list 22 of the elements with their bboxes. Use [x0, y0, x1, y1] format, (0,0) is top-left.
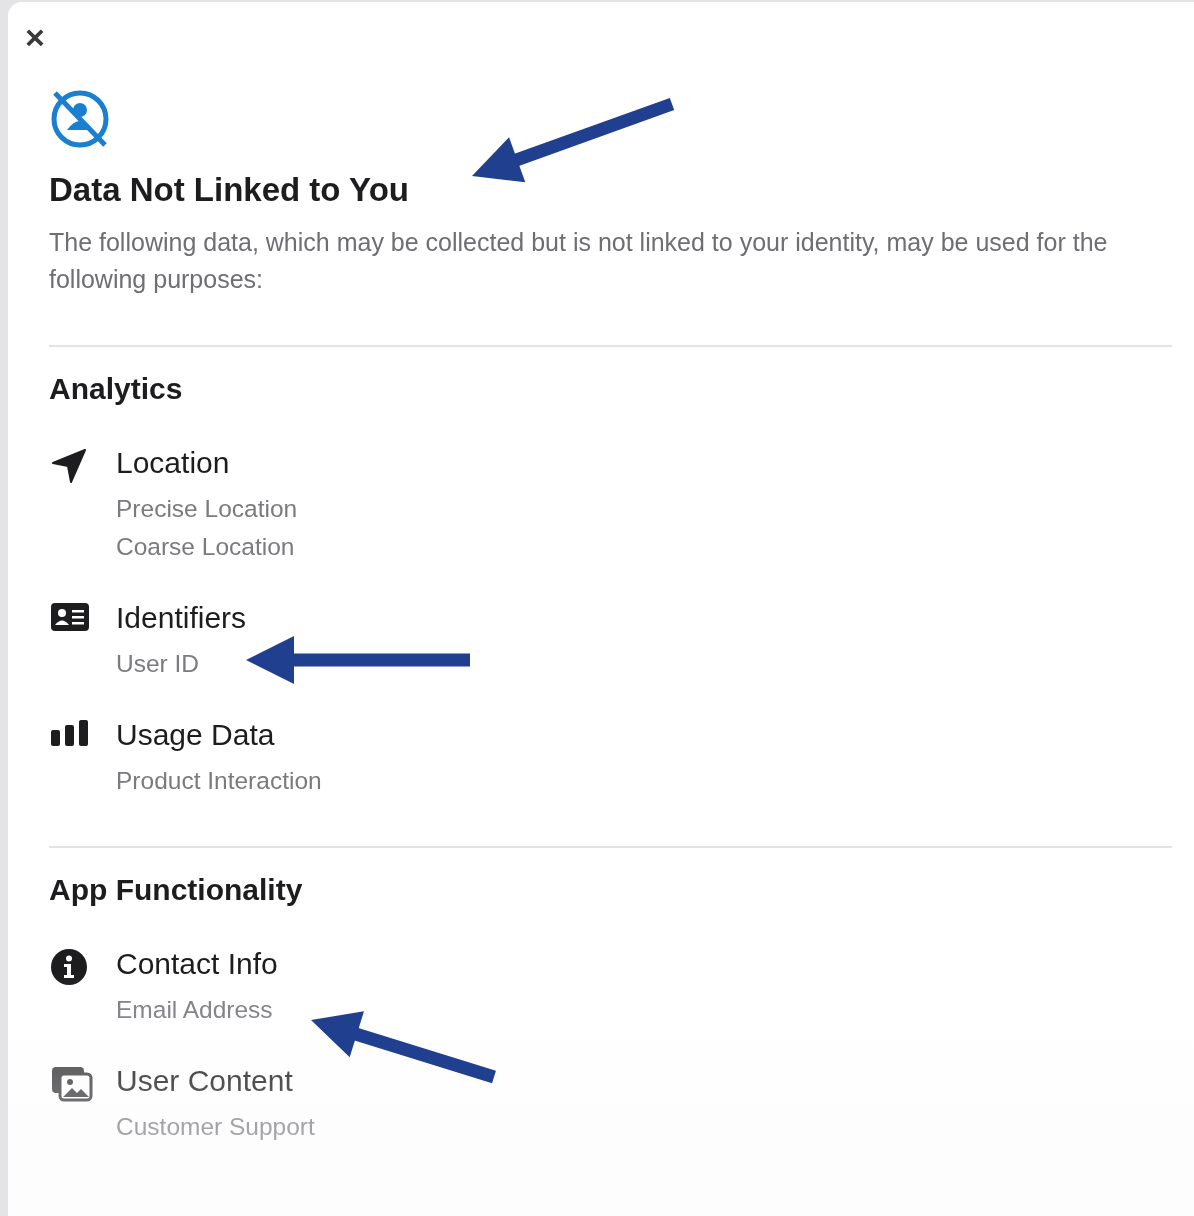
category-title: Location — [116, 445, 231, 481]
bar-chart-icon — [51, 720, 89, 746]
category-title: User Content — [116, 1063, 294, 1099]
close-button[interactable]: × — [25, 20, 45, 54]
id-card-icon — [51, 603, 89, 631]
location-arrow-icon — [51, 448, 87, 484]
not-linked-person-icon — [49, 88, 111, 150]
data-type: Precise Location — [116, 494, 298, 524]
data-type: Coarse Location — [116, 532, 296, 562]
category-title: Identifiers — [116, 600, 247, 636]
data-type: Email Address — [116, 995, 274, 1025]
heading: Data Not Linked to You — [49, 170, 410, 210]
section-heading: Analytics — [49, 371, 184, 407]
info-icon — [51, 949, 87, 985]
category-title: Contact Info — [116, 946, 278, 982]
data-type: Product Interaction — [116, 766, 322, 796]
data-type: User ID — [116, 649, 201, 679]
data-type: Customer Support — [116, 1112, 315, 1142]
section-heading: App Functionality — [49, 872, 304, 908]
photos-icon — [51, 1066, 93, 1102]
description: The following data, which may be collected but is not linked to your identity, may be used for the following purposes: — [49, 227, 1109, 295]
category-title: Usage Data — [116, 717, 276, 753]
